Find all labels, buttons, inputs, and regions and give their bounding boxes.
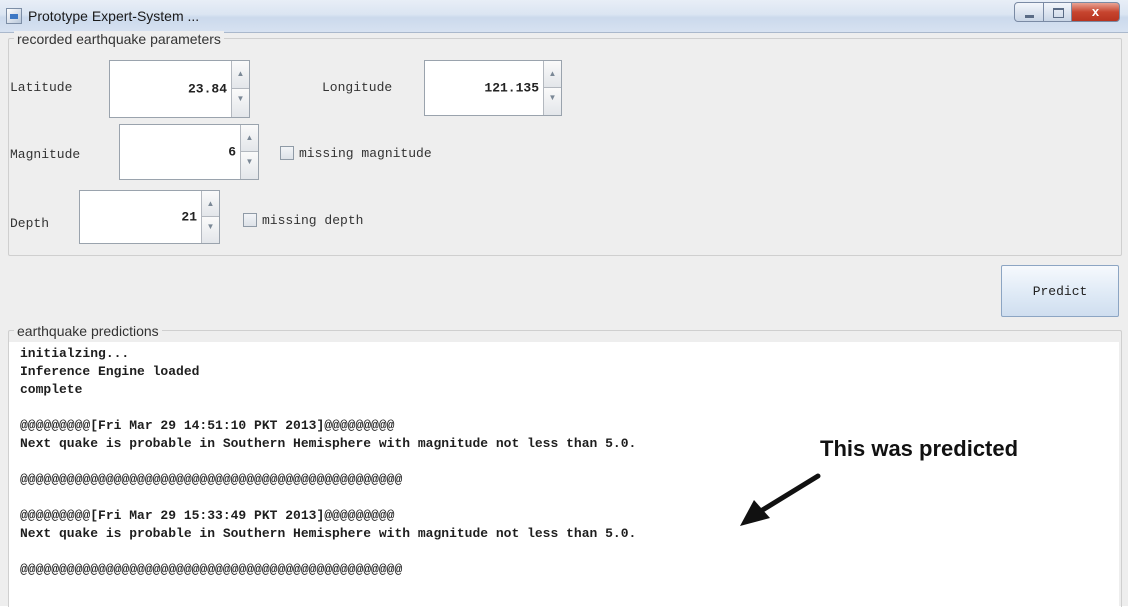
arrow-down-icon[interactable]: ▼ — [241, 152, 258, 179]
close-button[interactable]: x — [1072, 2, 1120, 22]
parameters-panel-title: recorded earthquake parameters — [14, 31, 224, 47]
output-line: complete — [20, 382, 83, 397]
arrow-down-icon[interactable]: ▼ — [544, 88, 561, 115]
missing-magnitude-label[interactable]: missing magnitude — [299, 146, 432, 161]
close-icon: x — [1091, 4, 1100, 19]
arrow-up-icon[interactable]: ▲ — [202, 191, 219, 217]
latitude-spinner-arrows: ▲ ▼ — [231, 61, 249, 117]
window-title: Prototype Expert-System ... — [28, 8, 200, 24]
minimize-icon — [1025, 15, 1034, 18]
maximize-icon — [1053, 8, 1064, 18]
longitude-spinner-arrows: ▲ ▼ — [543, 61, 561, 115]
missing-depth-label[interactable]: missing depth — [262, 213, 363, 228]
latitude-label: Latitude — [10, 80, 73, 95]
app-window: Prototype Expert-System ... x recorded e… — [0, 0, 1128, 607]
depth-value[interactable]: 21 — [181, 210, 197, 225]
output-line: Next quake is probable in Southern Hemis… — [20, 436, 637, 451]
longitude-spinner[interactable]: 121.135 ▲ ▼ — [424, 60, 562, 116]
magnitude-label: Magnitude — [10, 147, 81, 162]
longitude-label: Longitude — [322, 80, 393, 95]
arrow-down-icon[interactable]: ▼ — [232, 89, 249, 117]
output-line: @@@@@@@@@@@@@@@@@@@@@@@@@@@@@@@@@@@@@@@@… — [20, 562, 403, 577]
annotation-text: This was predicted — [820, 436, 1019, 461]
depth-spinner-arrows: ▲ ▼ — [201, 191, 219, 243]
magnitude-value[interactable]: 6 — [228, 145, 236, 160]
title-bar[interactable]: Prototype Expert-System ... x — [0, 0, 1128, 33]
arrow-up-icon[interactable]: ▲ — [232, 61, 249, 89]
arrow-up-icon[interactable]: ▲ — [544, 61, 561, 88]
missing-magnitude-checkbox[interactable] — [280, 146, 294, 160]
longitude-value[interactable]: 121.135 — [484, 81, 539, 96]
output-line: Next quake is probable in Southern Hemis… — [20, 526, 637, 541]
magnitude-spinner-arrows: ▲ ▼ — [240, 125, 258, 179]
depth-label: Depth — [10, 216, 50, 231]
output-line: @@@@@@@@@[Fri Mar 29 15:33:49 PKT 2013]@… — [20, 508, 395, 523]
arrow-icon — [740, 473, 821, 526]
window-controls: x — [1014, 2, 1120, 24]
predictions-output[interactable]: initialzing... Inference Engine loaded c… — [9, 342, 1119, 606]
output-line: @@@@@@@@@[Fri Mar 29 14:51:10 PKT 2013]@… — [20, 418, 395, 433]
output-line: Inference Engine loaded — [20, 364, 200, 379]
output-line: @@@@@@@@@@@@@@@@@@@@@@@@@@@@@@@@@@@@@@@@… — [20, 472, 403, 487]
app-icon — [6, 8, 22, 24]
latitude-spinner[interactable]: 23.84 ▲ ▼ — [109, 60, 250, 118]
missing-depth-checkbox[interactable] — [243, 213, 257, 227]
arrow-down-icon[interactable]: ▼ — [202, 217, 219, 243]
predictions-panel-title: earthquake predictions — [14, 323, 162, 339]
minimize-button[interactable] — [1014, 2, 1044, 22]
depth-spinner[interactable]: 21 ▲ ▼ — [79, 190, 220, 244]
maximize-button[interactable] — [1044, 2, 1072, 22]
arrow-up-icon[interactable]: ▲ — [241, 125, 258, 152]
predict-button[interactable]: Predict — [1001, 265, 1119, 317]
latitude-value[interactable]: 23.84 — [188, 82, 227, 97]
magnitude-spinner[interactable]: 6 ▲ ▼ — [119, 124, 259, 180]
output-line: initialzing... — [20, 346, 130, 361]
